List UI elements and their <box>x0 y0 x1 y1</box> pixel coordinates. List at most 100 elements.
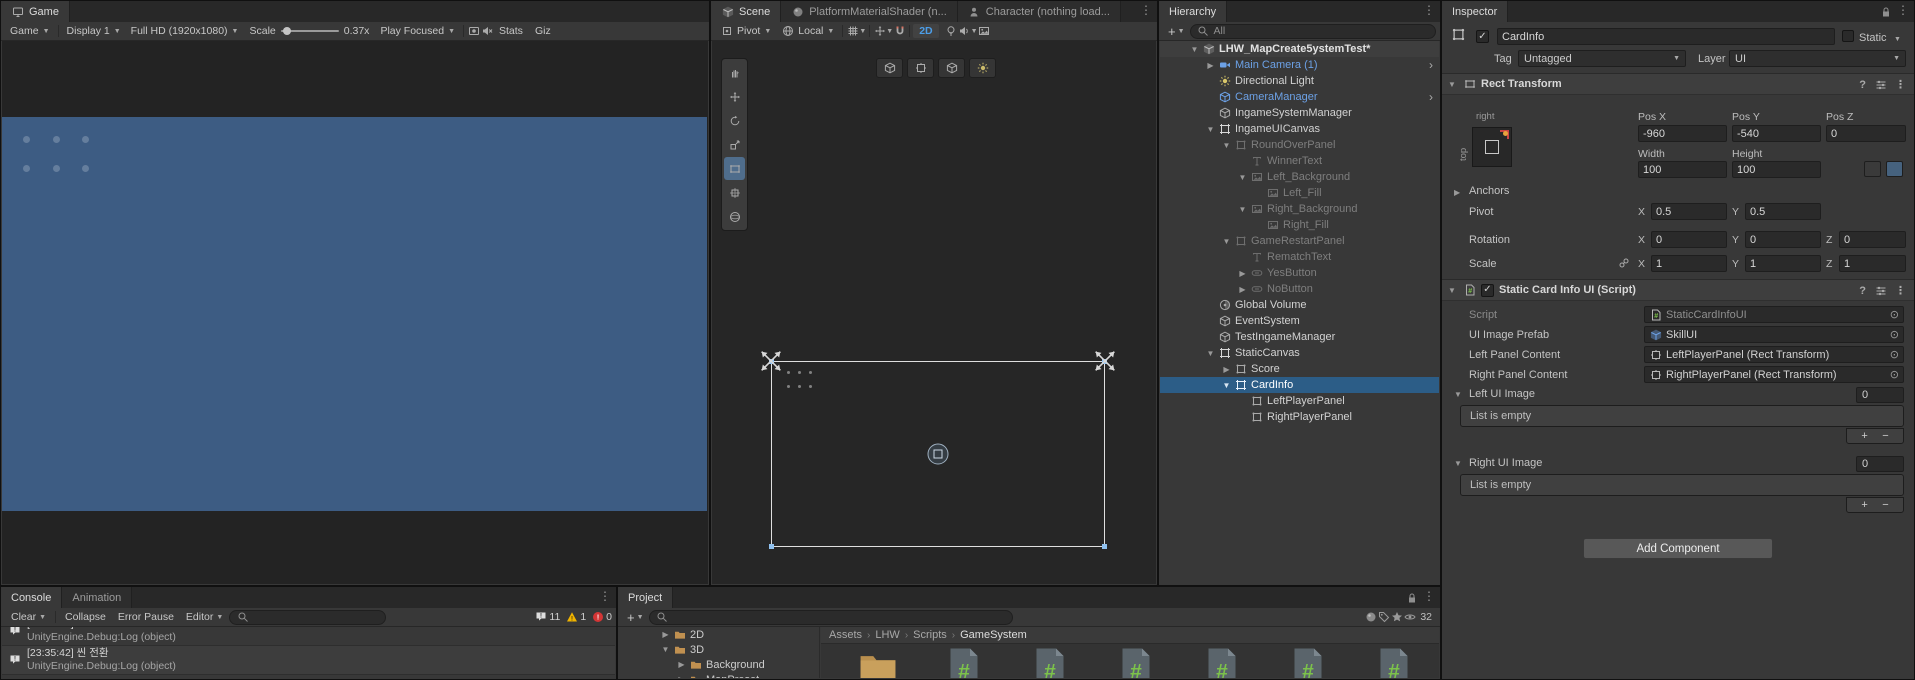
game-target-dropdown[interactable]: Game ▼ <box>5 24 55 38</box>
presets-icon[interactable] <box>1874 284 1887 297</box>
foldout-arrow[interactable]: ▶ <box>1204 61 1217 70</box>
local-toggle[interactable]: Local ▼ <box>776 24 839 39</box>
pos-z-field[interactable]: 0 <box>1826 125 1906 142</box>
search-by-type-icon[interactable] <box>1364 611 1377 624</box>
left-ui-image-count-field[interactable]: 0 <box>1856 387 1904 403</box>
height-field[interactable]: 100 <box>1732 161 1821 178</box>
corner-rotate-gizmo[interactable] <box>757 347 785 375</box>
rotate-tool-button[interactable] <box>722 109 747 132</box>
add-list-item-button[interactable]: + <box>1861 499 1867 511</box>
scene-viewport[interactable] <box>712 41 1156 584</box>
hierarchy-item-left-fill[interactable]: Left_Fill <box>1160 185 1439 201</box>
create-asset-button[interactable]: + ▼ <box>622 610 649 625</box>
foldout-arrow[interactable]: ▶ <box>675 675 688 678</box>
left-ui-image-foldout[interactable]: Left UI Image <box>1469 388 1535 400</box>
scale-tool-button[interactable] <box>722 133 747 156</box>
foldout-arrow[interactable]: ▶ <box>1236 269 1249 278</box>
collapse-button[interactable]: Collapse <box>59 610 112 624</box>
hierarchy-item-rightplayerpanel[interactable]: RightPlayerPanel <box>1160 409 1439 425</box>
hierarchy-item-ingameuicanvas[interactable]: ▼ IngameUICanvas <box>1160 121 1439 137</box>
foldout-arrow[interactable]: ▼ <box>1204 349 1217 358</box>
object-field-left-panel-content[interactable]: LeftPlayerPanel (Rect Transform) ⊙ <box>1644 346 1904 363</box>
favorites-icon[interactable] <box>1390 611 1403 624</box>
tab-character[interactable]: Character (nothing load... <box>957 1 1121 22</box>
project-search-input[interactable] <box>648 609 1014 625</box>
mute-audio-icon[interactable] <box>480 25 493 38</box>
info-count-badge[interactable]: ! 11 <box>534 611 560 624</box>
tab-project[interactable]: Project <box>618 587 674 608</box>
project-folder-3d[interactable]: ▼ 3D <box>619 642 819 657</box>
right-ui-image-foldout[interactable]: Right UI Image <box>1469 457 1542 469</box>
foldout-arrow[interactable]: ▼ <box>1448 286 1458 295</box>
snap-move-icon[interactable] <box>873 25 886 38</box>
rotation-x-field[interactable]: 0 <box>1651 231 1727 248</box>
transform-tool-button[interactable] <box>722 181 747 204</box>
foldout-arrow[interactable]: ▶ <box>675 660 688 669</box>
toggle-2d-button[interactable]: 2D <box>913 24 939 38</box>
object-field-script[interactable]: # StaticCardInfoUI ⊙ <box>1644 306 1904 323</box>
hierarchy-search-input[interactable]: All <box>1189 23 1436 39</box>
resolution-dropdown[interactable]: Full HD (1920x1080) ▼ <box>126 24 244 38</box>
breadcrumb-item-scripts[interactable]: Scripts <box>913 629 947 641</box>
tab-inspector[interactable]: Inspector <box>1442 1 1509 22</box>
pivot-toggle[interactable]: Pivot ▼ <box>715 24 776 39</box>
snap-magnet-icon[interactable] <box>893 25 906 38</box>
hierarchy-item-nobutton[interactable]: ▶ NoButton <box>1160 281 1439 297</box>
hierarchy-item-ingamesystemmanager[interactable]: IngameSystemManager <box>1160 105 1439 121</box>
create-object-button[interactable]: + ▼ <box>1163 24 1190 39</box>
scene-effects-icon[interactable] <box>978 25 991 38</box>
kebab-menu-icon[interactable]: ⋮ <box>1423 4 1435 16</box>
active-checkbox[interactable]: ✓ <box>1476 30 1489 43</box>
hierarchy-item-right-background[interactable]: ▼ Right_Background <box>1160 201 1439 217</box>
breadcrumb-item-gamesystem[interactable]: GameSystem <box>960 629 1027 641</box>
warning-count-badge[interactable]: ! 1 <box>565 611 586 624</box>
play-focused-dropdown[interactable]: Play Focused ▼ <box>375 24 460 38</box>
foldout-arrow[interactable]: ▼ <box>1454 459 1464 468</box>
object-picker-icon[interactable]: ⊙ <box>1888 308 1901 321</box>
breadcrumb-item-assets[interactable]: Assets <box>829 629 862 641</box>
hierarchy-item-staticcanvas[interactable]: ▼ StaticCanvas <box>1160 345 1439 361</box>
presets-icon[interactable] <box>1874 78 1887 91</box>
width-field[interactable]: 100 <box>1638 161 1727 178</box>
foldout-arrow[interactable]: ▶ <box>1454 188 1464 197</box>
kebab-menu-icon[interactable]: ⋮ <box>599 590 611 602</box>
hierarchy-item-right-fill[interactable]: Right_Fill <box>1160 217 1439 233</box>
hierarchy-item-cameramanager[interactable]: CameraManager › <box>1160 89 1439 105</box>
hierarchy-item-cardinfo[interactable]: ▼ CardInfo <box>1160 377 1439 393</box>
rect-handle[interactable] <box>769 544 774 549</box>
help-icon[interactable]: ? <box>1859 285 1866 297</box>
pos-y-field[interactable]: -540 <box>1732 125 1821 142</box>
foldout-arrow[interactable]: ▶ <box>659 630 672 639</box>
prefab-open-chevron[interactable]: › <box>1429 91 1433 103</box>
project-file-script[interactable]: # <box>1114 647 1158 678</box>
lock-icon[interactable] <box>1879 5 1892 18</box>
game-viewport[interactable] <box>2 41 708 584</box>
remove-list-item-button[interactable]: − <box>1882 430 1888 442</box>
project-file-script[interactable]: # <box>1028 647 1072 678</box>
object-field-ui-image-prefab[interactable]: SkillUI ⊙ <box>1644 326 1904 343</box>
rect-handle[interactable] <box>1102 544 1107 549</box>
tab-hierarchy[interactable]: Hierarchy <box>1159 1 1228 22</box>
corner-rotate-gizmo[interactable] <box>1091 347 1119 375</box>
breadcrumb-item-lhw[interactable]: LHW <box>875 629 899 641</box>
lock-icon[interactable] <box>1405 591 1418 604</box>
hierarchy-item-winnertext[interactable]: WinnerText <box>1160 153 1439 169</box>
hierarchy-item-rematchtext[interactable]: RematchText <box>1160 249 1439 265</box>
anchor-preset-button[interactable] <box>1472 127 1512 167</box>
add-list-item-button[interactable]: + <box>1861 430 1867 442</box>
rotation-y-field[interactable]: 0 <box>1745 231 1821 248</box>
project-file-script[interactable]: # <box>1286 647 1330 678</box>
foldout-arrow[interactable]: ▼ <box>659 645 672 654</box>
error-count-badge[interactable]: ! 0 <box>591 611 612 624</box>
scale-x-field[interactable]: 1 <box>1651 255 1727 272</box>
hierarchy-item-yesbutton[interactable]: ▶ YesButton <box>1160 265 1439 281</box>
blueprint-mode-button[interactable] <box>1864 161 1881 177</box>
hierarchy-item-leftplayerpanel[interactable]: LeftPlayerPanel <box>1160 393 1439 409</box>
rect-transform-header[interactable]: ▼ Rect Transform ? ⋮ <box>1442 73 1914 95</box>
console-log-entry[interactable]: ! [23:35:42] 씬 전환 UnityEngine.Debug:Log (o… <box>2 646 615 675</box>
component-enabled-checkbox[interactable]: ✓ <box>1481 283 1494 297</box>
hierarchy-item-roundoverpanel[interactable]: ▼ RoundOverPanel <box>1160 137 1439 153</box>
console-log-entry[interactable]: ! [23:35:36] LeftUnityEngine.Debug:Log (o… <box>2 627 615 646</box>
pos-x-field[interactable]: -960 <box>1638 125 1727 142</box>
kebab-menu-icon[interactable]: ⋮ <box>1895 78 1906 91</box>
